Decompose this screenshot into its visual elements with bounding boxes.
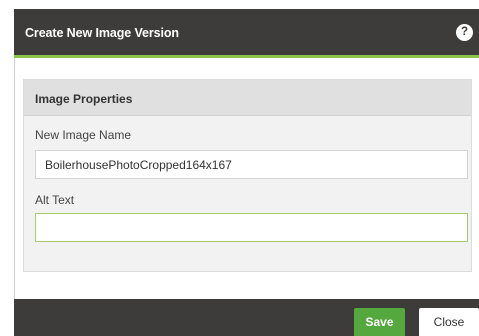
save-button[interactable]: Save bbox=[354, 308, 405, 336]
panel-header: Image Properties bbox=[24, 80, 471, 116]
image-properties-panel: Image Properties New Image Name Alt Text bbox=[23, 79, 472, 272]
close-button[interactable]: Close bbox=[419, 308, 479, 336]
new-image-name-input[interactable] bbox=[35, 150, 468, 179]
help-icon[interactable]: ? bbox=[456, 24, 473, 41]
panel-title: Image Properties bbox=[35, 92, 133, 106]
dialog-footer: Save Close bbox=[14, 299, 479, 336]
dialog-titlebar: Create New Image Version ? bbox=[14, 9, 479, 58]
dialog-body: Image Properties New Image Name Alt Text bbox=[14, 58, 479, 299]
create-image-version-dialog: Create New Image Version ? Image Propert… bbox=[14, 9, 479, 336]
alt-text-input[interactable] bbox=[35, 213, 468, 242]
new-image-name-label: New Image Name bbox=[35, 128, 132, 142]
alt-text-label: Alt Text bbox=[35, 193, 75, 207]
dialog-title: Create New Image Version bbox=[25, 26, 179, 40]
